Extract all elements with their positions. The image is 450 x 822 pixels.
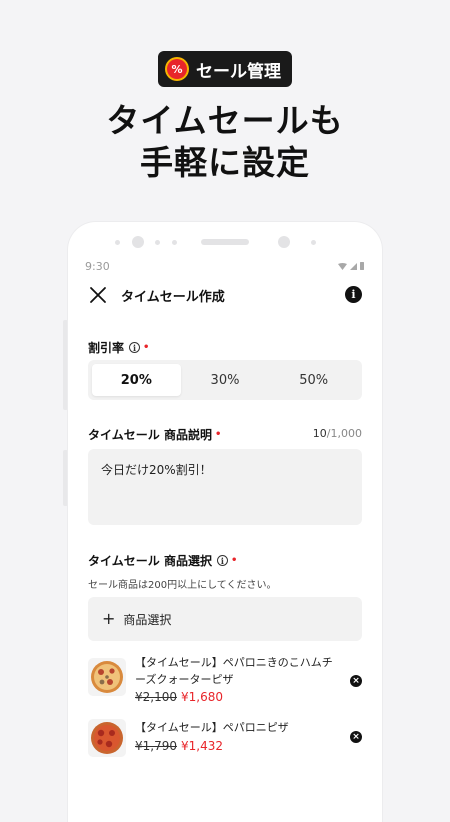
product-price: ¥1,790 ¥1,432 (135, 739, 223, 753)
select-product-button[interactable]: + 商品選択 (88, 597, 362, 641)
info-icon[interactable]: i (129, 342, 141, 353)
camera-dot (278, 236, 290, 248)
info-icon[interactable]: i (345, 286, 362, 303)
sale-price: ¥1,680 (181, 690, 223, 704)
plus-icon: + (102, 609, 116, 628)
pizza-thumbnail (88, 658, 126, 696)
close-icon[interactable] (88, 285, 108, 305)
counter-max: /1,000 (326, 427, 362, 440)
feature-badge: % セール管理 (158, 51, 292, 87)
description-label-row: タイムセール 商品説明 • (88, 426, 221, 443)
remove-icon[interactable]: × (350, 675, 362, 687)
description-textarea[interactable]: 今日だけ20%割引！ (88, 449, 362, 525)
discount-option-20[interactable]: 20% (92, 364, 181, 396)
speaker-grille (201, 239, 249, 245)
product-name: 【タイムセール】ペパロニピザ (135, 721, 289, 734)
list-item: 【タイムセール】ペパロニきのこハムチーズクォーターピザ ¥2,100 ¥1,680… (88, 654, 362, 704)
discount-label: 割引率 (88, 341, 125, 355)
description-label: タイムセール 商品説明 (88, 428, 212, 442)
status-time: 9:30 (85, 260, 110, 273)
required-mark: • (230, 555, 238, 566)
info-icon[interactable]: i (216, 555, 228, 566)
badge-label: セール管理 (196, 61, 281, 82)
product-price: ¥2,100 ¥1,680 (135, 690, 223, 704)
discount-option-50[interactable]: 50% (269, 364, 358, 396)
remove-icon[interactable]: × (350, 731, 362, 743)
original-price: ¥1,790 (135, 739, 177, 753)
percent-seal-icon: % (167, 59, 187, 79)
select-product-label: 商品選択 (123, 612, 172, 627)
sensor-dot (172, 240, 177, 245)
required-mark: • (214, 429, 222, 440)
sale-price: ¥1,432 (181, 739, 223, 753)
status-icons (338, 262, 364, 270)
product-name: 【タイムセール】ペパロニきのこハムチーズクォーターピザ (135, 656, 333, 686)
product-select-label: タイムセール 商品選択 (88, 554, 212, 568)
battery-icon (360, 262, 364, 270)
headline-line-2: 手軽に設定 (140, 143, 310, 182)
headline-line-1: タイムセールも (106, 101, 344, 140)
signal-icon (350, 262, 357, 270)
product-select-hint: セール商品は200円以上にしてください。 (88, 580, 277, 591)
original-price: ¥2,100 (135, 690, 177, 704)
phone-frame: 9:30 タイムセール作成 i 割引率 i • 20% 30% 50% タイムセ… (68, 222, 382, 822)
screen-title: タイムセール作成 (121, 290, 225, 305)
list-item: 【タイムセール】ペパロニピザ ¥1,790 ¥1,432 × (88, 715, 362, 763)
character-counter: 10/1,000 (313, 427, 362, 440)
pizza-thumbnail (88, 719, 126, 757)
required-mark: • (143, 342, 150, 353)
sensor-dot (115, 240, 120, 245)
sensor-dot (311, 240, 316, 245)
headline: タイムセールも 手軽に設定 (0, 100, 450, 184)
product-select-label-row: タイムセール 商品選択 i • (88, 552, 237, 569)
discount-option-30[interactable]: 30% (181, 364, 270, 396)
sensor-dot (155, 240, 160, 245)
discount-label-row: 割引率 i • (88, 339, 149, 356)
camera-dot (132, 236, 144, 248)
wifi-icon (338, 262, 347, 270)
counter-current: 10 (312, 427, 327, 440)
discount-rate-selector: 20% 30% 50% (88, 360, 362, 400)
